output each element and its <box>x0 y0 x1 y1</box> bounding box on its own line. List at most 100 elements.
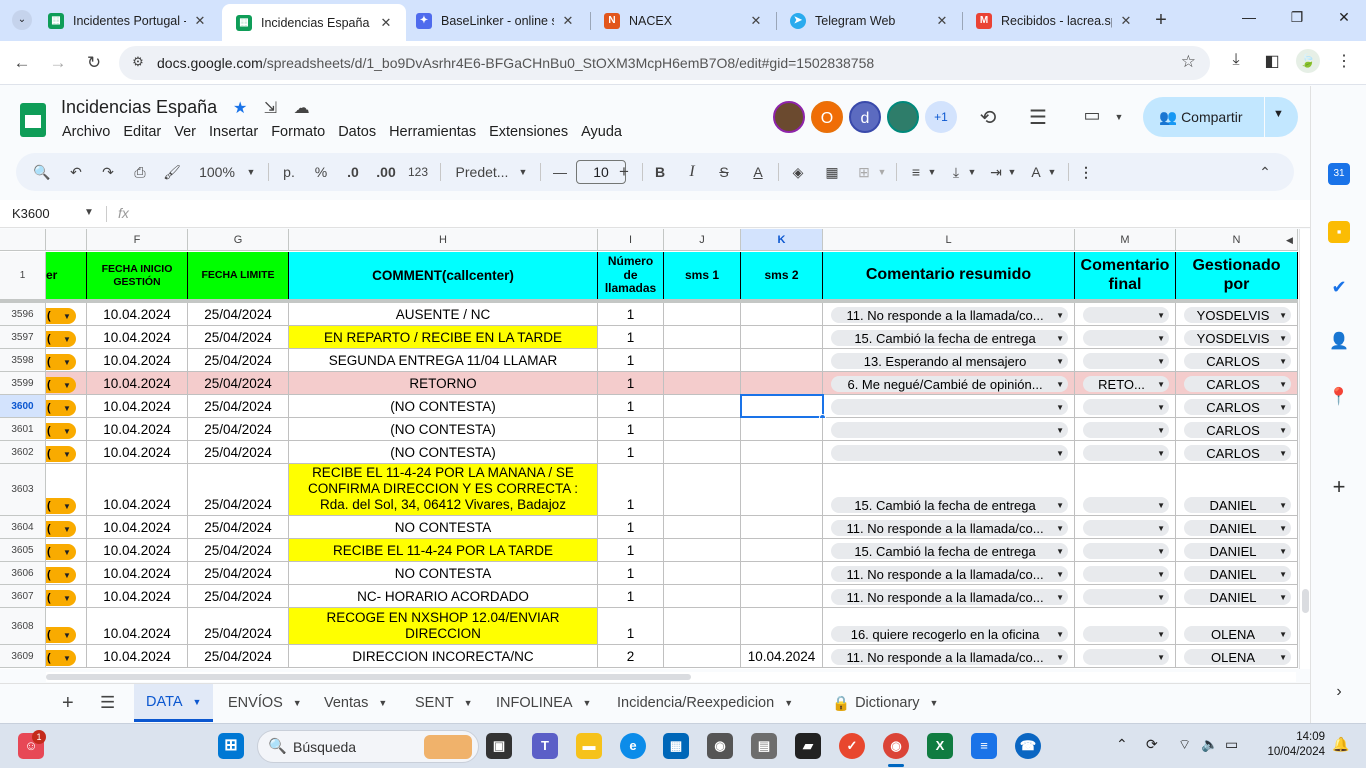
comentario-final-cell[interactable]: ▼ <box>1075 562 1176 585</box>
gestionado-por-cell[interactable]: OLENA ▼ <box>1176 608 1298 645</box>
gestionado-por-dropdown[interactable]: DANIEL ▼ <box>1184 589 1291 605</box>
row-header[interactable]: 3596 <box>0 303 46 326</box>
maps-icon[interactable]: 📍 <box>1328 386 1350 408</box>
decrease-font-size-button[interactable]: — <box>552 162 568 182</box>
keep-icon[interactable]: ▪ <box>1328 221 1350 243</box>
close-icon[interactable]: ✕ <box>1118 13 1134 29</box>
comentario-final-cell[interactable]: ▼ <box>1075 539 1176 562</box>
collapse-menus-icon[interactable]: ⌃ <box>1256 162 1274 182</box>
row-header[interactable]: 3602 <box>0 441 46 464</box>
cell-j[interactable] <box>664 539 741 562</box>
checkmark-app-icon[interactable]: ✓ <box>839 733 865 759</box>
strikethrough-icon[interactable]: S <box>716 162 732 182</box>
more-collaborators-badge[interactable]: +1 <box>925 101 957 133</box>
task-view-icon[interactable]: ▣ <box>486 733 512 759</box>
redo-icon[interactable]: ↷ <box>98 162 118 182</box>
valign-dropdown-icon[interactable]: ▼ <box>966 162 978 182</box>
cell-j[interactable] <box>664 441 741 464</box>
sticky-notes-icon[interactable]: ▰ <box>795 733 821 759</box>
cell-j[interactable] <box>664 562 741 585</box>
comentario-final-cell[interactable]: ▼ <box>1075 418 1176 441</box>
cell-j[interactable] <box>664 326 741 349</box>
cell-g[interactable]: 25/04/2024 <box>188 645 289 668</box>
status-dropdown-chip[interactable]: (▼ <box>46 331 76 347</box>
spreadsheet-grid[interactable]: F G H I J K L M N ◀ 1 er FECHA INICIO GE… <box>0 229 1298 669</box>
cell-g[interactable]: 25/04/2024 <box>188 585 289 608</box>
share-dropdown-icon[interactable]: ▼ <box>1273 108 1284 120</box>
status-dropdown-chip[interactable]: (▼ <box>46 498 76 514</box>
browser-tab-incidencias-espana[interactable]: ▦ Incidencias España - ✕ <box>222 4 406 41</box>
gestionado-por-cell[interactable]: YOSDELVIS ▼ <box>1176 303 1298 326</box>
meet-icon[interactable]: ▭ <box>1079 105 1105 126</box>
comentario-final-dropdown[interactable]: ▼ <box>1083 589 1169 605</box>
menu-archivo[interactable]: Archivo <box>62 124 110 140</box>
cell-f[interactable]: 10.04.2024 <box>87 585 188 608</box>
merge-cells-icon[interactable]: ⊞ <box>854 162 874 182</box>
comentario-final-cell[interactable]: ▼ <box>1075 516 1176 539</box>
document-title[interactable]: Incidencias España <box>61 97 217 118</box>
gestionado-por-cell[interactable]: CARLOS ▼ <box>1176 372 1298 395</box>
cell-f[interactable]: 10.04.2024 <box>87 349 188 372</box>
status-dropdown-chip[interactable]: (▼ <box>46 423 76 439</box>
chevron-down-icon[interactable]: ▼ <box>784 698 793 708</box>
close-icon[interactable]: ✕ <box>748 13 764 29</box>
cell-i[interactable]: 1 <box>598 349 664 372</box>
column-header-k[interactable]: K <box>741 229 823 251</box>
battery-icon[interactable]: ▭ <box>1225 736 1238 753</box>
gestionado-por-cell[interactable]: DANIEL ▼ <box>1176 464 1298 516</box>
vertical-align-icon[interactable]: ⤓ <box>946 162 966 182</box>
comentario-resumido-dropdown[interactable]: 11. No responde a la llamada/co... ▼ <box>831 307 1068 323</box>
text-rotation-icon[interactable]: A <box>1026 162 1046 182</box>
comentario-final-dropdown[interactable]: ▼ <box>1083 399 1169 415</box>
menu-insertar[interactable]: Insertar <box>209 124 258 140</box>
comentario-resumido-dropdown[interactable]: 15. Cambió la fecha de entrega ▼ <box>831 497 1068 513</box>
comentario-final-cell[interactable]: ▼ <box>1075 303 1176 326</box>
header-cell-numero-llamadas[interactable]: Número de llamadas <box>598 252 664 300</box>
system-clock[interactable]: 14:09 10/04/2024 <box>1253 730 1325 760</box>
minimize-button[interactable]: — <box>1237 9 1261 25</box>
cell-f[interactable]: 10.04.2024 <box>87 539 188 562</box>
gestionado-por-cell[interactable]: DANIEL ▼ <box>1176 562 1298 585</box>
close-icon[interactable]: ✕ <box>192 13 208 29</box>
cell-f[interactable]: 10.04.2024 <box>87 326 188 349</box>
comentario-resumido-dropdown[interactable]: 11. No responde a la llamada/co... ▼ <box>831 520 1068 536</box>
row-header[interactable]: 3601 <box>0 418 46 441</box>
browser-tab-baselinker[interactable]: ✦ BaseLinker - online sa ✕ <box>402 4 588 37</box>
collaborator-avatar-1[interactable] <box>773 101 805 133</box>
comentario-final-dropdown[interactable]: RETO... ▼ <box>1083 376 1169 392</box>
comentario-final-cell[interactable]: ▼ <box>1075 464 1176 516</box>
status-dropdown-chip[interactable]: (▼ <box>46 544 76 560</box>
cloud-status-icon[interactable]: ☁ <box>294 100 310 117</box>
status-dropdown-chip[interactable]: (▼ <box>46 521 76 537</box>
text-wrap-icon[interactable]: ⇥ <box>986 162 1006 182</box>
gestionado-por-cell[interactable]: CARLOS ▼ <box>1176 418 1298 441</box>
row-header-1[interactable]: 1 <box>0 252 46 300</box>
column-header-h[interactable]: H <box>289 229 598 251</box>
comentario-final-cell[interactable]: ▼ <box>1075 326 1176 349</box>
menu-ver[interactable]: Ver <box>174 124 196 140</box>
undo-icon[interactable]: ↶ <box>66 162 86 182</box>
header-cell-e[interactable]: er <box>46 252 87 300</box>
zoom-select[interactable]: 100% <box>196 162 238 182</box>
print-icon[interactable]: ⎙ <box>130 162 150 182</box>
taskbar-search[interactable]: 🔍 Búsqueda <box>257 730 479 763</box>
gestionado-por-dropdown[interactable]: DANIEL ▼ <box>1184 566 1291 582</box>
cell-j[interactable] <box>664 645 741 668</box>
comentario-resumido-dropdown[interactable]: ▼ <box>831 399 1068 415</box>
cell-j[interactable] <box>664 464 741 516</box>
header-cell-comentario-final[interactable]: Comentario final <box>1075 252 1176 300</box>
comentario-final-dropdown[interactable]: ▼ <box>1083 520 1169 536</box>
comentario-resumido-cell[interactable]: 11. No responde a la llamada/co... ▼ <box>823 303 1075 326</box>
contacts-icon[interactable]: 👤 <box>1328 331 1350 353</box>
calendar-icon[interactable]: 31 <box>1328 163 1350 185</box>
chevron-down-icon[interactable]: ▼ <box>464 698 473 708</box>
rotation-dropdown-icon[interactable]: ▼ <box>1046 162 1058 182</box>
comentario-final-cell[interactable]: ▼ <box>1075 645 1176 668</box>
cell-i[interactable]: 1 <box>598 539 664 562</box>
cell-f[interactable]: 10.04.2024 <box>87 645 188 668</box>
decrease-decimal-button[interactable]: .0 <box>342 162 364 182</box>
chevron-down-icon[interactable]: ▼ <box>1106 112 1132 122</box>
active-cell-selection[interactable] <box>740 394 824 418</box>
sheet-tab-dictionary[interactable]: 🔒 Dictionary ▼ <box>820 684 950 722</box>
comentario-resumido-cell[interactable]: 11. No responde a la llamada/co... ▼ <box>823 645 1075 668</box>
